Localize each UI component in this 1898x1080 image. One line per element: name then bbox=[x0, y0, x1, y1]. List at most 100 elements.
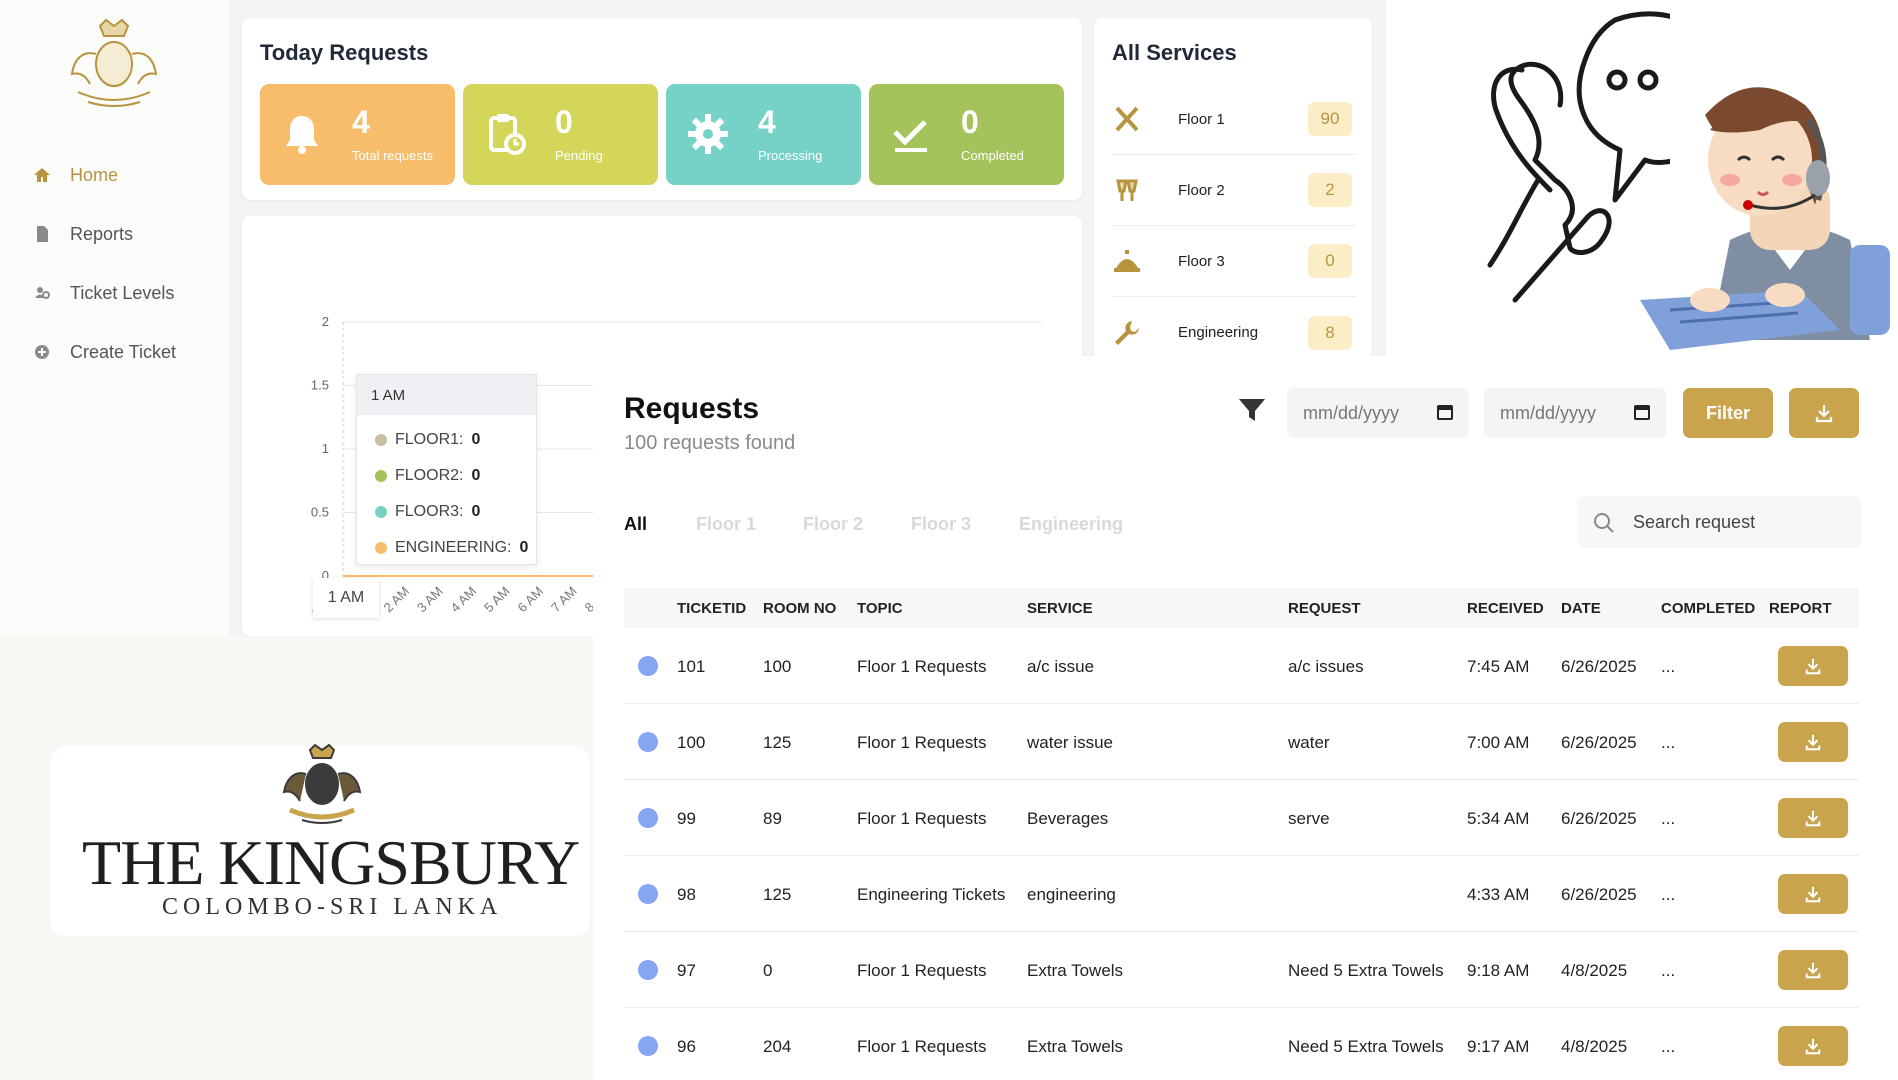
table-row[interactable]: 96 204 Floor 1 Requests Extra Towels Need 5 … bbox=[624, 1008, 1859, 1080]
chart-tooltip: 1 AM FLOOR1: 0 FLOOR2: 0 FLOOR3: 0 ENGIN… bbox=[356, 374, 537, 565]
clipboard-clock-icon bbox=[489, 114, 526, 155]
download-report-button[interactable] bbox=[1778, 722, 1848, 762]
tooltip-title: 1 AM bbox=[357, 375, 536, 415]
x-tick-label: 2 AM bbox=[381, 584, 413, 616]
download-icon bbox=[1805, 658, 1821, 675]
stat-processing[interactable]: 4 Processing bbox=[666, 84, 861, 185]
cell-request: serve bbox=[1288, 809, 1330, 828]
column-header[interactable]: REQUEST bbox=[1288, 600, 1361, 617]
tab-floor-2[interactable]: Floor 2 bbox=[803, 514, 863, 535]
stat-pending[interactable]: 0 Pending bbox=[463, 84, 658, 185]
start-date-input[interactable]: mm/dd/yyyy bbox=[1287, 388, 1469, 438]
tooltip-row-floor2: FLOOR2: 0 bbox=[375, 467, 480, 485]
brand-name: THE KINGSBURY bbox=[82, 827, 580, 898]
download-report-button[interactable] bbox=[1778, 1026, 1848, 1066]
date-placeholder: mm/dd/yyyy bbox=[1303, 402, 1400, 423]
utensils-icon bbox=[1115, 106, 1139, 132]
cell-ticket: 100 bbox=[677, 733, 706, 752]
requests-title: Requests bbox=[624, 392, 760, 425]
all-services-title: All Services bbox=[1112, 40, 1237, 65]
cell-received: 7:45 AM bbox=[1467, 657, 1530, 676]
y-tick-label: 1 bbox=[322, 441, 329, 456]
download-report-button[interactable] bbox=[1778, 798, 1848, 838]
cheers-icon bbox=[1116, 179, 1138, 201]
table-row[interactable]: 97 0 Floor 1 Requests Extra Towels Need 5 Ex… bbox=[624, 932, 1859, 1008]
cell-topic: Floor 1 Requests bbox=[857, 657, 987, 676]
service-count: 0 bbox=[1308, 244, 1352, 278]
cell-service: water issue bbox=[1027, 733, 1113, 752]
tab-floor-1[interactable]: Floor 1 bbox=[696, 514, 756, 535]
cell-date: 4/8/2025 bbox=[1561, 961, 1628, 980]
check-icon bbox=[893, 120, 927, 152]
cell-completed: ... bbox=[1661, 657, 1676, 676]
tooltip-series-value: 0 bbox=[471, 467, 481, 484]
stat-completed[interactable]: 0 Completed bbox=[869, 84, 1064, 185]
cell-date: 6/26/2025 bbox=[1561, 809, 1637, 828]
sidebar-item-create-ticket[interactable]: Create Ticket bbox=[32, 332, 222, 372]
stat-value: 0 bbox=[961, 104, 979, 140]
tab-floor-3[interactable]: Floor 3 bbox=[911, 514, 971, 535]
sidebar-item-home[interactable]: Home bbox=[32, 155, 222, 195]
sidebar-item-ticket-levels[interactable]: Ticket Levels bbox=[32, 273, 222, 313]
chart-x-cursor-label: 1 AM bbox=[313, 578, 379, 618]
cell-date: 6/26/2025 bbox=[1561, 733, 1637, 752]
table-row[interactable]: 101 100 Floor 1 Requests a/c issue a/c issue… bbox=[624, 628, 1859, 704]
cell-ticket: 98 bbox=[677, 885, 696, 904]
tooltip-row-floor3: FLOOR3: 0 bbox=[375, 503, 480, 521]
table-row[interactable]: 99 89 Floor 1 Requests Beverages serve 5:34 A… bbox=[624, 780, 1859, 856]
column-header[interactable]: TOPIC bbox=[857, 600, 903, 617]
cell-completed: ... bbox=[1661, 733, 1676, 752]
service-item-floor1[interactable]: Floor 1 90 bbox=[1112, 84, 1356, 155]
download-all-button[interactable] bbox=[1789, 388, 1859, 438]
stat-total-requests[interactable]: 4 Total requests bbox=[260, 84, 455, 185]
stat-label: Total requests bbox=[352, 148, 433, 163]
download-report-button[interactable] bbox=[1778, 950, 1848, 990]
tooltip-series-name: ENGINEERING: bbox=[395, 539, 512, 556]
cell-ticket: 99 bbox=[677, 809, 696, 828]
column-header[interactable]: RECEIVED bbox=[1467, 600, 1544, 617]
table-row[interactable]: 100 125 Floor 1 Requests water issue water 7:… bbox=[624, 704, 1859, 780]
sidebar-item-label: Reports bbox=[70, 223, 134, 244]
download-icon bbox=[1805, 810, 1821, 827]
column-header[interactable]: SERVICE bbox=[1027, 600, 1093, 617]
sidebar-item-reports[interactable]: Reports bbox=[32, 214, 222, 254]
calendar-icon[interactable] bbox=[1437, 404, 1453, 420]
cell-ticket: 97 bbox=[677, 961, 696, 980]
tab-all[interactable]: All bbox=[624, 514, 647, 535]
cell-service: engineering bbox=[1027, 885, 1116, 904]
cell-request: Need 5 Extra Towels bbox=[1288, 1037, 1444, 1056]
service-count: 2 bbox=[1308, 173, 1352, 207]
column-header[interactable]: TICKETID bbox=[677, 600, 746, 617]
search-input[interactable]: Search request bbox=[1577, 496, 1861, 548]
legend-dot bbox=[375, 542, 387, 554]
requests-panel: Requests 100 requests found mm/dd/yyyy m… bbox=[593, 356, 1898, 1080]
download-report-button[interactable] bbox=[1778, 646, 1848, 686]
column-header[interactable]: COMPLETED bbox=[1661, 600, 1755, 617]
service-name: Floor 1 bbox=[1178, 110, 1225, 128]
end-date-input[interactable]: mm/dd/yyyy bbox=[1484, 388, 1666, 438]
tab-engineering[interactable]: Engineering bbox=[1019, 514, 1123, 535]
column-header[interactable]: ROOM NO bbox=[763, 600, 836, 617]
x-tick-label: 7 AM bbox=[548, 584, 580, 616]
service-item-floor3[interactable]: Floor 3 0 bbox=[1112, 226, 1356, 297]
tooltip-series-name: FLOOR1: bbox=[395, 431, 464, 448]
filter-icon[interactable] bbox=[1237, 396, 1267, 424]
column-header[interactable]: DATE bbox=[1561, 600, 1601, 617]
table-row[interactable]: 98 125 Engineering Tickets engineering 4:33 … bbox=[624, 856, 1859, 932]
download-icon bbox=[1815, 405, 1833, 423]
cell-ticket: 96 bbox=[677, 1037, 696, 1056]
service-count: 8 bbox=[1308, 315, 1352, 350]
cell-topic: Floor 1 Requests bbox=[857, 809, 987, 828]
service-count: 90 bbox=[1308, 102, 1352, 136]
requests-count: 100 requests found bbox=[624, 432, 796, 454]
column-header[interactable]: REPORT bbox=[1769, 600, 1832, 617]
filter-button[interactable]: Filter bbox=[1683, 388, 1773, 438]
status-dot bbox=[638, 1036, 658, 1056]
cell-received: 9:17 AM bbox=[1467, 1037, 1530, 1056]
x-tick-label: 3 AM bbox=[414, 584, 446, 616]
service-item-floor2[interactable]: Floor 2 2 bbox=[1112, 155, 1356, 226]
download-report-button[interactable] bbox=[1778, 874, 1848, 914]
calendar-icon[interactable] bbox=[1634, 404, 1650, 420]
tooltip-series-value: 0 bbox=[519, 539, 529, 556]
home-icon bbox=[34, 168, 50, 182]
